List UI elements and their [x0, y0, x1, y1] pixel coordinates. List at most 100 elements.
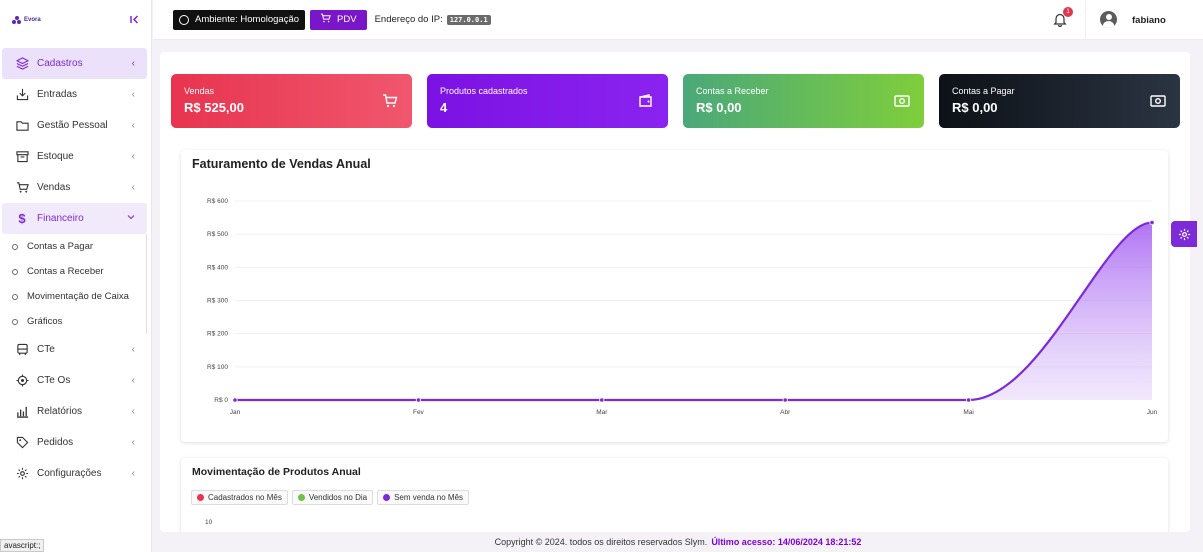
y-tick-label: 10: [205, 519, 213, 526]
x-tick-label: Mai: [963, 409, 973, 416]
archive-icon: [15, 150, 29, 164]
submenu-label: Gráficos: [27, 316, 63, 327]
y-tick-label: R$ 600: [207, 198, 228, 205]
environment-label: Ambiente: Homologação: [195, 14, 300, 25]
submenu-item-graficos[interactable]: Gráficos: [0, 309, 146, 334]
chevron-down-icon: [127, 213, 135, 224]
dollar-icon: $: [18, 211, 26, 226]
sales-chart-panel: Faturamento de Vendas Anual R$ 0 R$ 100 R$…: [181, 150, 1168, 442]
wallet-icon: [639, 94, 652, 107]
pdv-label: PDV: [337, 14, 357, 25]
sales-area-chart: R$ 0 R$ 100 R$ 200 R$ 300 R$ 400 R$ 500 R$ 600…: [207, 198, 1158, 416]
legend-item-vendidos[interactable]: Vendidos no Dia: [291, 490, 374, 505]
sidebar-item-vendas[interactable]: Vendas ‹: [2, 172, 147, 203]
brand-logo[interactable]: Evora: [12, 16, 41, 24]
collapse-sidebar-icon[interactable]: [130, 13, 139, 27]
bus-icon: [15, 343, 29, 357]
main-content: Vendas R$ 525,00 Produtos cadastrados 4 …: [160, 52, 1190, 532]
data-point: [415, 397, 421, 403]
chevron-left-icon: ‹: [131, 182, 135, 193]
y-tick-label: R$ 500: [207, 231, 228, 238]
submenu-item-contas-a-pagar[interactable]: Contas a Pagar: [0, 234, 146, 259]
card-vendas[interactable]: Vendas R$ 525,00: [171, 74, 412, 128]
sidebar-item-label: Relatórios: [37, 406, 83, 417]
y-tick-label: R$ 200: [207, 331, 228, 338]
x-tick-label: Jun: [1147, 409, 1158, 416]
chevron-left-icon: ‹: [131, 89, 135, 100]
folder-icon: [15, 119, 29, 133]
bar-chart-icon: [15, 405, 29, 419]
money-icon: [894, 95, 910, 107]
browser-status-tooltip: avascript:;: [0, 539, 45, 552]
sidebar-item-cte-os[interactable]: CTe Os ‹: [2, 365, 147, 396]
card-contas-a-receber[interactable]: Contas a Receber R$ 0,00: [683, 74, 924, 128]
divider: [1085, 0, 1086, 40]
submenu-item-contas-a-receber[interactable]: Contas a Receber: [0, 259, 146, 284]
sidebar-item-financeiro[interactable]: $ Financeiro: [2, 203, 147, 234]
y-tick-label: R$ 100: [207, 364, 228, 371]
sidebar-item-cadastros[interactable]: Cadastros ‹: [2, 48, 147, 79]
username[interactable]: fabiano: [1132, 15, 1166, 26]
sidebar-item-label: Configurações: [37, 468, 102, 479]
series-area: [235, 222, 1152, 400]
series-line: [235, 221, 1153, 402]
data-point: [232, 397, 238, 403]
sidebar-item-pedidos[interactable]: Pedidos ‹: [2, 427, 147, 458]
sidebar-item-configuracoes[interactable]: Configurações ‹: [2, 458, 147, 489]
data-point: [965, 397, 972, 403]
circle-icon: [12, 268, 18, 275]
legend-item-cadastrados[interactable]: Cadastrados no Mês: [191, 490, 288, 505]
legend-dot: [383, 494, 391, 501]
logo-icon: [12, 16, 21, 24]
y-tick-label: R$ 400: [207, 264, 228, 271]
legend-dot: [297, 494, 305, 501]
circle-icon: [12, 318, 18, 325]
sidebar-item-relatorios[interactable]: Relatórios ‹: [2, 396, 147, 427]
cart-icon: [15, 181, 29, 195]
sidebar-item-estoque[interactable]: Estoque ‹: [2, 141, 147, 172]
ip-label: Endereço do IP:: [374, 14, 443, 25]
card-label: Produtos cadastrados: [440, 86, 528, 96]
x-tick-label: Jan: [230, 409, 241, 416]
ip-address: Endereço do IP: 127.0.0.1: [375, 14, 491, 25]
submenu-item-movimentacao-caixa[interactable]: Movimentação de Caixa: [0, 284, 146, 309]
brand-bar: Evora: [0, 0, 151, 40]
avatar[interactable]: [1100, 11, 1117, 28]
sidebar-item-entradas[interactable]: Entradas ‹: [2, 79, 147, 110]
chevron-left-icon: ‹: [131, 120, 135, 131]
legend-label: Vendidos no Dia: [308, 493, 368, 502]
legend-item-sem-venda[interactable]: Sem venda no Mês: [377, 490, 470, 505]
sidebar-item-label: Financeiro: [37, 213, 84, 224]
card-label: Vendas: [184, 86, 215, 96]
sidebar-item-label: Pedidos: [37, 437, 74, 448]
sidebar-item-cte[interactable]: CTe ‹: [2, 334, 147, 365]
circle-icon: [12, 293, 18, 300]
chevron-left-icon: ‹: [131, 437, 135, 448]
sidebar-item-label: CTe: [37, 344, 55, 355]
ip-value: 127.0.0.1: [446, 14, 491, 25]
settings-tab-button[interactable]: [1171, 221, 1197, 247]
y-tick-label: R$ 0: [214, 397, 228, 404]
sidebar-nav: Cadastros ‹ Entradas ‹ Gestão Pessoal ‹ …: [0, 40, 151, 489]
sidebar-item-label: Cadastros: [37, 58, 83, 69]
chevron-left-icon: ‹: [131, 151, 135, 162]
sidebar-item-gestao-pessoal[interactable]: Gestão Pessoal ‹: [2, 110, 147, 141]
environment-button[interactable]: Ambiente: Homologação: [173, 9, 306, 30]
x-tick-label: Mar: [596, 409, 608, 416]
chevron-left-icon: ‹: [131, 375, 135, 386]
footer: Copyright © 2024. todos os direitos rese…: [153, 532, 1203, 552]
card-label: Contas a Receber: [696, 86, 769, 96]
card-produtos-cadastrados[interactable]: Produtos cadastrados 4: [427, 74, 668, 128]
card-contas-a-pagar[interactable]: Contas a Pagar R$ 0,00: [939, 74, 1180, 128]
card-value: 4: [440, 100, 448, 115]
target-icon: [15, 374, 29, 388]
chart-title: Movimentação de Produtos Anual: [192, 466, 361, 478]
notifications-button[interactable]: 1: [1053, 7, 1073, 28]
sidebar-item-label: CTe Os: [37, 375, 71, 386]
gear-icon: [15, 467, 29, 481]
tag-icon: [15, 436, 29, 450]
pdv-button[interactable]: PDV: [310, 9, 367, 30]
financeiro-submenu: Contas a Pagar Contas a Receber Moviment…: [0, 234, 147, 334]
card-label: Contas a Pagar: [952, 86, 1015, 96]
cart-icon: [320, 13, 331, 26]
